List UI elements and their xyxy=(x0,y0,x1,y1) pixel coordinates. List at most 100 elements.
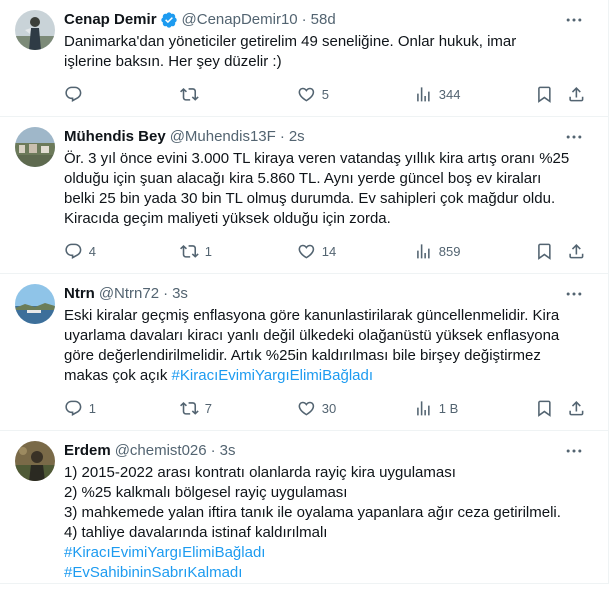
avatar[interactable] xyxy=(15,127,55,167)
more-options-icon[interactable] xyxy=(564,284,584,304)
author-handle[interactable]: @chemist026 xyxy=(115,441,207,461)
avatar[interactable] xyxy=(15,441,55,481)
avatar[interactable] xyxy=(15,284,55,324)
tweet-text-line: 1) 2015-2022 arası kontratı olanlarda ra… xyxy=(64,464,456,481)
author-name[interactable]: Mühendis Bey xyxy=(64,127,166,147)
separator-dot: · xyxy=(210,442,216,459)
tweet-text-line: belki 25 bin yada 30 bin TL olmuş durumd… xyxy=(64,190,556,207)
views-button[interactable]: 859 xyxy=(414,242,535,261)
action-bar: 1 7 30 1 B xyxy=(64,386,592,430)
reply-icon xyxy=(65,400,82,416)
tweet-text: Eski kiralar geçmiş enflasyona göre kanu… xyxy=(64,306,592,386)
tweet-text: Ör. 3 yıl önce evini 3.000 TL kiraya ver… xyxy=(64,149,592,229)
tweet[interactable]: Erdem @chemist026 · 3s 1) 2015-2022 aras… xyxy=(0,431,608,584)
tweet-text-line: makas çok açık #KiracıEvimiYargıElimiBağ… xyxy=(64,366,592,386)
reply-button[interactable]: 1 xyxy=(64,399,180,418)
like-count: 14 xyxy=(321,243,337,259)
share-button[interactable] xyxy=(567,242,587,261)
action-bar: 4 1 14 859 xyxy=(64,229,592,273)
tweet-time[interactable]: 2s xyxy=(289,127,305,147)
tweet-text-line: 4) tahliye davalarında istinaf kaldırılm… xyxy=(64,524,328,541)
author-name[interactable]: Ntrn xyxy=(64,284,95,304)
heart-icon xyxy=(298,87,315,102)
bookmark-icon xyxy=(538,243,551,260)
author-name[interactable]: Erdem xyxy=(64,441,111,461)
avatar[interactable] xyxy=(15,10,55,50)
share-button[interactable] xyxy=(567,85,587,104)
tweet-text-line: Ör. 3 yıl önce evini 3.000 TL kiraya ver… xyxy=(64,150,570,167)
tweet-time[interactable]: 58d xyxy=(311,10,336,30)
views-count: 859 xyxy=(438,243,461,259)
views-count: 1 B xyxy=(438,400,459,416)
verified-badge-icon xyxy=(160,12,177,28)
reply-button[interactable]: 4 xyxy=(64,242,180,261)
separator-dot: · xyxy=(279,128,285,145)
tweet[interactable]: Cenap Demir @CenapDemir10 · 58d Danimark… xyxy=(0,0,608,117)
retweet-icon xyxy=(180,244,199,258)
heart-icon xyxy=(298,244,315,259)
like-button[interactable]: 30 xyxy=(297,399,414,418)
hashtag-link[interactable]: #KiracıEvimiYargıElimiBağladı xyxy=(64,543,592,563)
bookmark-button[interactable] xyxy=(535,242,567,261)
retweet-button[interactable]: 7 xyxy=(180,399,297,418)
bookmark-button[interactable] xyxy=(535,85,567,104)
tweet-text-line: uyarlama davaları kiracı yanlı değil ülk… xyxy=(64,327,560,344)
tweet-text-line: işlerine baksın. Her şey düzelir :) xyxy=(64,53,282,70)
views-button[interactable]: 344 xyxy=(414,85,535,104)
tweet-text-line: göre değerlendirilmelidir. Artık %25in k… xyxy=(64,347,541,364)
tweet-text-line: Kiracıda geçim maliyeti yüksek olduğu iç… xyxy=(64,210,391,227)
bookmark-icon xyxy=(538,86,551,103)
like-button[interactable]: 5 xyxy=(297,85,414,104)
like-count: 30 xyxy=(321,400,337,416)
retweet-button[interactable] xyxy=(180,85,297,104)
retweet-count: 1 xyxy=(204,243,212,259)
separator-dot: · xyxy=(163,285,169,302)
share-button[interactable] xyxy=(567,399,587,418)
tweet-text-line: 2) %25 kalkmalı bölgesel rayiç uygulamas… xyxy=(64,484,348,501)
author-handle[interactable]: @CenapDemir10 xyxy=(182,10,298,30)
tweet-text-line: Eski kiralar geçmiş enflasyona göre kanu… xyxy=(64,307,560,324)
author-handle[interactable]: @Ntrn72 xyxy=(99,284,159,304)
tweet-text-line: Danimarka'dan yöneticiler getirelim 49 s… xyxy=(64,33,517,50)
views-count: 344 xyxy=(438,86,461,102)
views-icon xyxy=(417,243,430,259)
tweet-time[interactable]: 3s xyxy=(220,441,236,461)
like-button[interactable]: 14 xyxy=(297,242,414,261)
author-name[interactable]: Cenap Demir xyxy=(64,10,157,30)
reply-button[interactable] xyxy=(64,85,180,104)
retweet-button[interactable]: 1 xyxy=(180,242,297,261)
views-button[interactable]: 1 B xyxy=(414,399,535,418)
hashtag-link[interactable]: #KiracıEvimiYargıElimiBağladı xyxy=(172,367,373,384)
views-icon xyxy=(417,400,430,416)
separator-dot: · xyxy=(301,11,307,28)
bookmark-icon xyxy=(538,400,551,417)
reply-icon xyxy=(65,86,82,102)
timeline: Cenap Demir @CenapDemir10 · 58d Danimark… xyxy=(0,0,609,584)
share-icon xyxy=(569,400,584,416)
tweet-text: Danimarka'dan yöneticiler getirelim 49 s… xyxy=(64,32,592,72)
more-options-icon[interactable] xyxy=(564,127,584,147)
author-handle[interactable]: @Muhendis13F xyxy=(170,127,276,147)
retweet-icon xyxy=(180,401,199,415)
tweet-text-line: olduğu için şuan alacağı kira 5.860 TL. … xyxy=(64,170,542,187)
like-count: 5 xyxy=(321,86,329,102)
share-icon xyxy=(569,86,584,102)
heart-icon xyxy=(298,401,315,416)
tweet-text-line: 3) mahkemede yalan iftira tanık ile oyal… xyxy=(64,504,561,521)
tweet-text: 1) 2015-2022 arası kontratı olanlarda ra… xyxy=(64,463,592,583)
more-options-icon[interactable] xyxy=(564,441,584,461)
retweet-count: 7 xyxy=(204,400,212,416)
tweet[interactable]: Mühendis Bey @Muhendis13F · 2s Ör. 3 yıl… xyxy=(0,117,608,274)
tweet[interactable]: Ntrn @Ntrn72 · 3s Eski kiralar geçmiş en… xyxy=(0,274,608,431)
reply-count: 4 xyxy=(88,243,96,259)
tweet-time[interactable]: 3s xyxy=(172,284,188,304)
share-icon xyxy=(569,243,584,259)
reply-count: 1 xyxy=(88,400,96,416)
bookmark-button[interactable] xyxy=(535,399,567,418)
views-icon xyxy=(417,86,430,102)
hashtag-link[interactable]: #EvSahibininSabrıKalmadı xyxy=(64,563,592,583)
retweet-icon xyxy=(180,87,199,101)
more-options-icon[interactable] xyxy=(564,10,584,30)
reply-icon xyxy=(65,243,82,259)
action-bar: 5 344 xyxy=(64,72,592,116)
